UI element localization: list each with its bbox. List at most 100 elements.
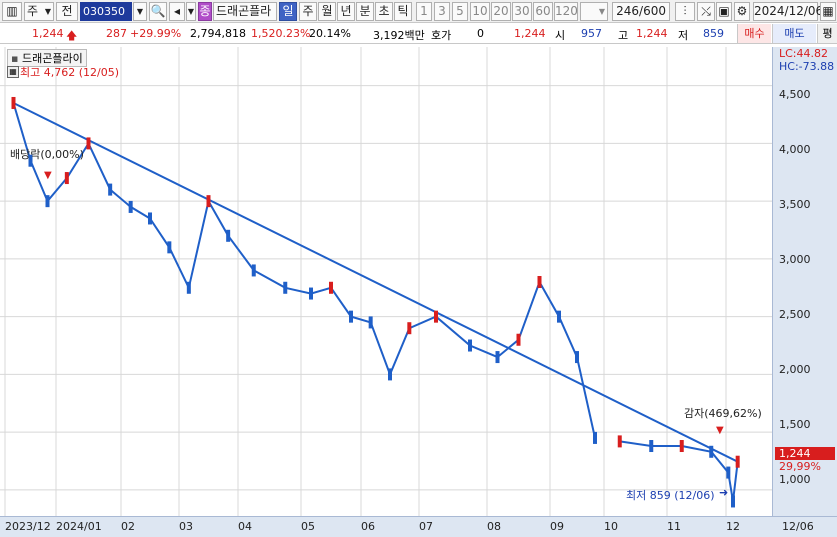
- candle: [148, 212, 152, 225]
- candle: [407, 322, 412, 335]
- amount: 3,192백만: [373, 29, 425, 42]
- tab-week[interactable]: 주: [299, 2, 317, 21]
- y-tick: 4,500: [779, 88, 811, 101]
- interval-5[interactable]: 5: [452, 2, 468, 21]
- candle: [617, 435, 622, 448]
- low-label: 저: [678, 29, 689, 42]
- x-tick: 02: [121, 520, 135, 533]
- candle: [388, 368, 392, 381]
- x-tick: 2024/01: [56, 520, 102, 533]
- calendar-icon[interactable]: ▦: [820, 2, 836, 21]
- x-right-label: 12/06: [782, 520, 814, 533]
- candle: [186, 281, 191, 294]
- x-tick: 09: [550, 520, 564, 533]
- quote-bar: 1,244 🡅 287 +29.99% 2,794,818 1,520.23% …: [0, 24, 837, 44]
- candle: [516, 333, 521, 346]
- speaker-icon[interactable]: ◂: [169, 2, 185, 21]
- hoga-price: 1,244: [514, 27, 546, 40]
- tab-minute[interactable]: 분: [356, 2, 374, 21]
- chevron-down-icon: ▼: [598, 7, 605, 16]
- tab-second[interactable]: 초: [375, 2, 393, 21]
- table-icon[interactable]: ▦: [7, 66, 19, 78]
- type-select-value: 주: [27, 4, 39, 18]
- y-tick: 1,000: [779, 473, 811, 486]
- change-value: 287: [106, 27, 127, 40]
- x-tick: 08: [487, 520, 501, 533]
- up-arrow-icon: 🡅: [66, 29, 78, 42]
- layout-icon[interactable]: ▥: [2, 2, 22, 21]
- candle: [726, 466, 731, 479]
- count-total: /600: [639, 4, 666, 18]
- type-select[interactable]: 주 ▼: [24, 2, 54, 21]
- candle: [679, 440, 684, 453]
- x-tick: 07: [419, 520, 433, 533]
- interval-1[interactable]: 1: [416, 2, 432, 21]
- candle-type-icon[interactable]: ⫶: [675, 2, 695, 21]
- candle: [649, 440, 654, 453]
- turnover: 20.14%: [309, 27, 351, 40]
- high-marker: 최고 4,762 (12/05): [20, 66, 120, 79]
- period-select[interactable]: 전: [56, 2, 78, 21]
- sell-button[interactable]: 매도: [772, 24, 816, 43]
- tab-tick[interactable]: 틱: [394, 2, 412, 21]
- code-dropdown-chevron-icon[interactable]: ▼: [133, 2, 147, 21]
- x-tick: 03: [179, 520, 193, 533]
- buy-button[interactable]: 매수: [737, 24, 771, 43]
- candle: [226, 229, 231, 242]
- x-tick: 04: [238, 520, 252, 533]
- candle: [709, 445, 714, 458]
- candle: [283, 281, 288, 294]
- interval-10[interactable]: 10: [470, 2, 490, 21]
- candle: [575, 351, 579, 364]
- candle: [537, 276, 542, 288]
- interval-20[interactable]: 20: [491, 2, 511, 21]
- candle: [309, 287, 313, 300]
- tab-year[interactable]: 년: [337, 2, 355, 21]
- x-tick: 11: [667, 520, 681, 533]
- y-tick: 2,000: [779, 363, 811, 376]
- candle: [368, 316, 373, 329]
- dividend-event: 배당락(0,00%): [10, 148, 84, 161]
- dividend-arrow-icon: ▼: [44, 170, 52, 181]
- search-icon[interactable]: 🔍: [149, 2, 167, 21]
- code-input[interactable]: 030350: [80, 2, 132, 21]
- candle: [735, 455, 740, 468]
- candlestick-chart[interactable]: [0, 47, 772, 516]
- candle: [251, 264, 256, 277]
- count-field[interactable]: 246/600: [612, 2, 670, 21]
- speaker-chevron-icon[interactable]: ▼: [186, 2, 196, 21]
- high-label: 고: [618, 29, 629, 42]
- last-pct-tag: 29,99%: [779, 460, 821, 473]
- save-icon[interactable]: ▣: [716, 2, 732, 21]
- candle: [167, 241, 172, 254]
- interval-3[interactable]: 3: [434, 2, 450, 21]
- gear-icon[interactable]: ⚙: [734, 2, 750, 21]
- price-axis: LC:44.82 HC:-73.88 4,500 4,000 3,500 3,0…: [772, 47, 837, 516]
- candle: [64, 172, 69, 185]
- candle: [593, 431, 597, 444]
- stock-badge: 종: [198, 2, 212, 21]
- hc-label: HC:-73.88: [779, 60, 835, 73]
- candle: [329, 281, 333, 294]
- toolbar: ▥ 주 ▼ 전 030350 ▼ 🔍 ◂ ▼ 종 드래곤플라 일 주 월 년 분 …: [0, 0, 837, 23]
- reduction-event: 감자(469,62%): [684, 407, 762, 420]
- date-field[interactable]: 2024/12/06: [753, 2, 823, 21]
- low-arrow-icon: ➜: [719, 486, 729, 499]
- interval-dropdown[interactable]: ▼: [580, 2, 608, 21]
- interval-30[interactable]: 30: [512, 2, 532, 21]
- y-tick: 1,500: [779, 418, 811, 431]
- candle: [45, 195, 50, 208]
- eval-button[interactable]: 평: [817, 24, 837, 43]
- y-tick: 3,000: [779, 253, 811, 266]
- count-value: 246: [616, 4, 640, 18]
- line-type-icon[interactable]: ⤯: [697, 2, 715, 21]
- low-marker: 최저 859 (12/06): [626, 489, 715, 502]
- candle: [86, 137, 91, 150]
- price-line: [11, 101, 739, 502]
- interval-60[interactable]: 60: [533, 2, 553, 21]
- interval-120[interactable]: 120: [554, 2, 578, 21]
- tab-day[interactable]: 일: [279, 2, 297, 21]
- tab-month[interactable]: 월: [318, 2, 336, 21]
- date-axis: 2023/12 2024/01 02 03 04 05 06 07 08 09 …: [0, 516, 837, 537]
- current-price: 1,244: [32, 27, 64, 40]
